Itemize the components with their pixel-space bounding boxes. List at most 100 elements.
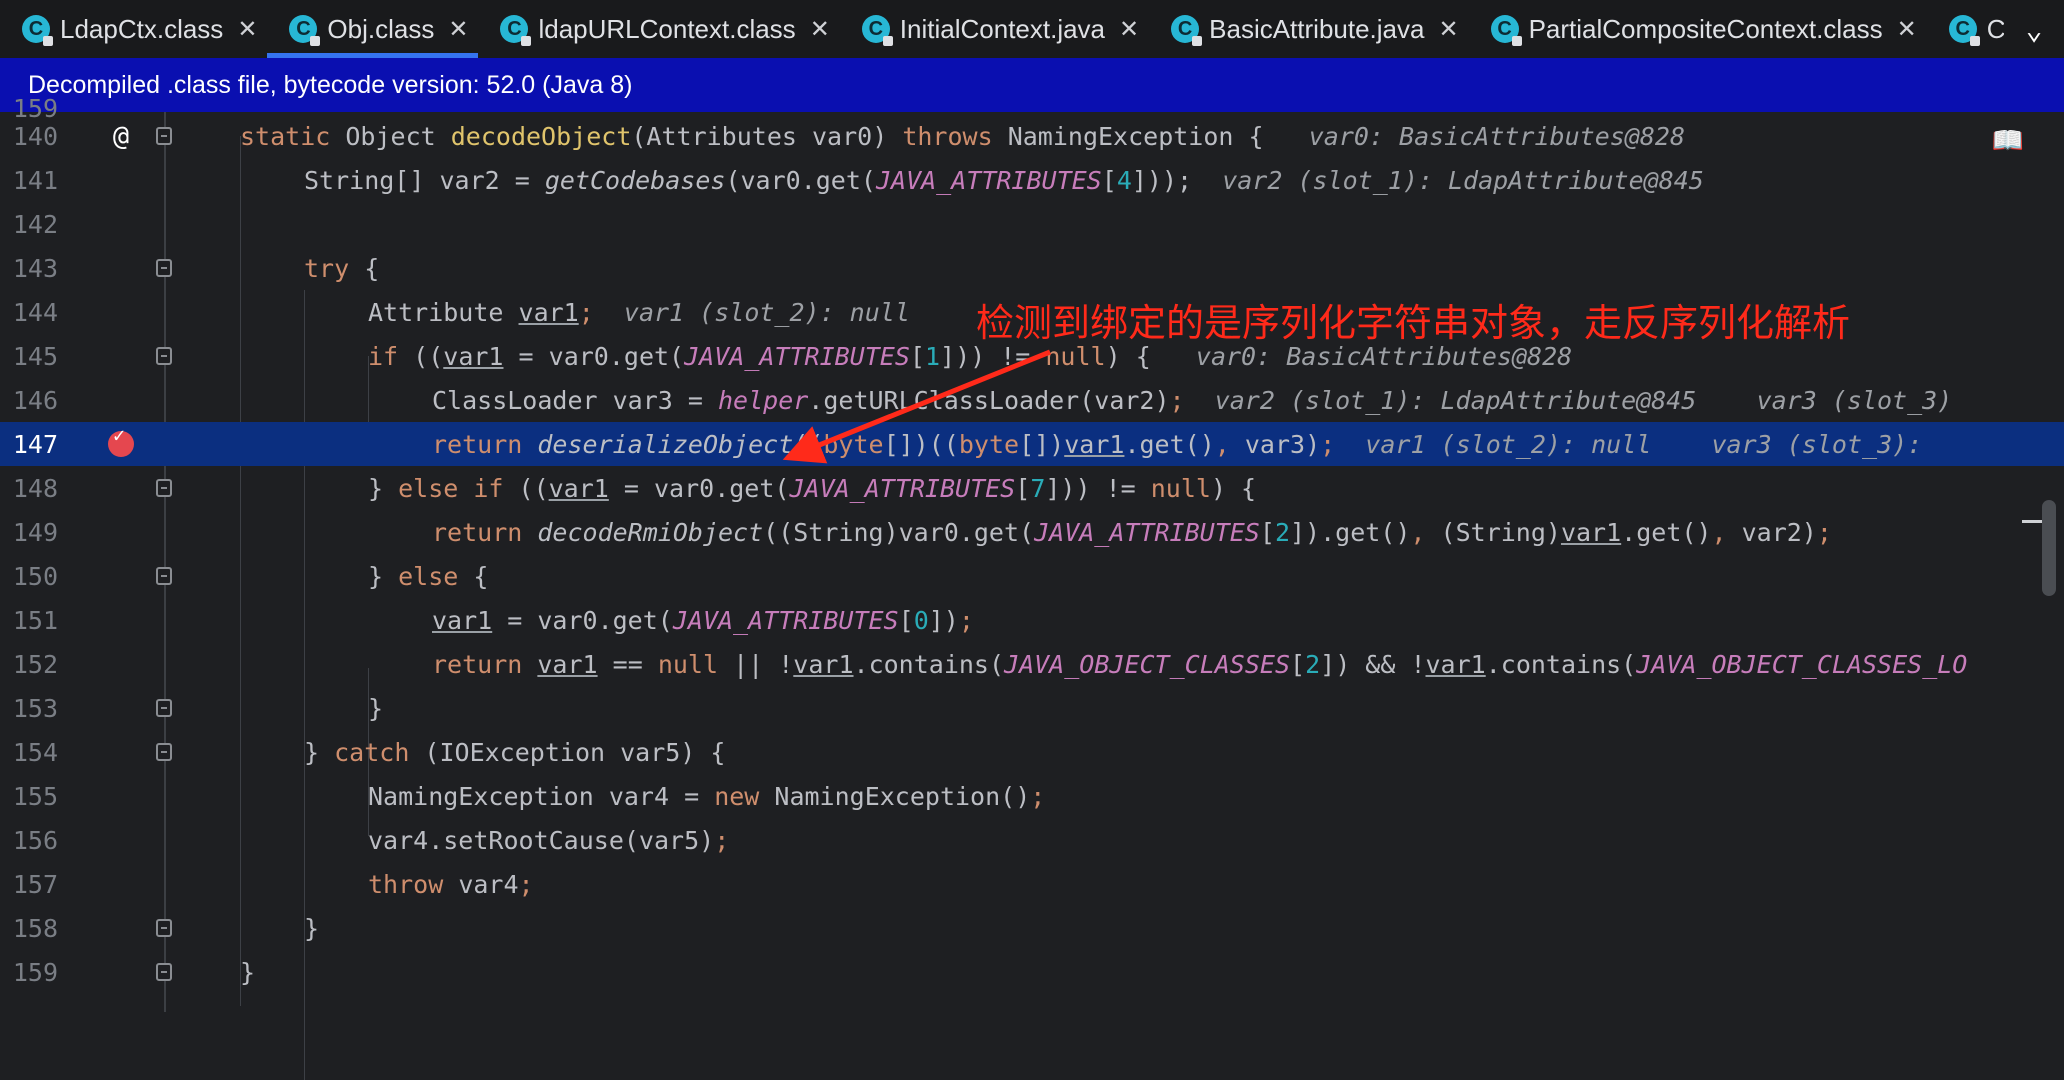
vertical-scrollbar[interactable] xyxy=(2042,500,2056,596)
close-icon[interactable]: ✕ xyxy=(1897,15,1917,44)
code-text: try { xyxy=(304,253,380,283)
line-number: 146 xyxy=(12,385,58,415)
code-line[interactable]: 158 } xyxy=(0,906,2064,950)
code-line[interactable]: 148 } else if ((var1 = var0.get(JAVA_ATT… xyxy=(0,466,2064,510)
code-text: Attribute var1; var1 (slot_2): null xyxy=(368,297,910,327)
code-line[interactable]: 140 @ static Object decodeObject(Attribu… xyxy=(0,114,2064,158)
line-number: 140 xyxy=(12,121,58,151)
inline-debug-value: var3 (slot_3): xyxy=(1711,429,1923,459)
fold-icon[interactable] xyxy=(156,259,172,277)
tab-basicattribute[interactable]: C BasicAttribute.java ✕ xyxy=(1149,0,1468,58)
annotation-text: 检测到绑定的是序列化字符串对象，走反序列化解析 xyxy=(976,301,1851,345)
line-number: 143 xyxy=(12,253,58,283)
chevron-down-icon[interactable]: ⌄ xyxy=(2004,0,2064,58)
fold-icon[interactable] xyxy=(156,479,172,497)
tab-label: Obj.class xyxy=(327,13,435,44)
code-text: NamingException var4 = new NamingExcepti… xyxy=(368,781,1046,811)
class-file-icon: C xyxy=(861,15,893,46)
current-execution-line[interactable]: 147 return deserializeObject((byte[])((b… xyxy=(0,422,2064,466)
tab-label: InitialContext.java xyxy=(899,13,1106,44)
tab-partialcompositecontext[interactable]: C PartialCompositeContext.class ✕ xyxy=(1469,0,1927,58)
decompiled-banner: Decompiled .class file, bytecode version… xyxy=(0,58,2064,112)
code-text: } xyxy=(304,913,320,943)
breakpoint-icon[interactable] xyxy=(108,423,134,457)
class-file-icon: C xyxy=(22,15,53,46)
code-text: } else if ((var1 = var0.get(JAVA_ATTRIBU… xyxy=(368,473,1257,503)
fold-icon[interactable] xyxy=(156,699,172,717)
class-file-icon: C xyxy=(289,15,321,46)
line-number: 145 xyxy=(12,341,58,371)
code-line[interactable]: 143 try { xyxy=(0,246,2064,290)
fold-icon[interactable] xyxy=(156,919,172,937)
class-file-icon: C xyxy=(500,15,532,46)
close-icon[interactable]: ✕ xyxy=(810,15,830,44)
code-text: String[] var2 = getCodebases(var0.get(JA… xyxy=(304,165,1704,195)
line-number: 152 xyxy=(12,649,58,679)
code-text: return var1 == null || !var1.contains(JA… xyxy=(432,649,1968,679)
line-number: 153 xyxy=(12,693,58,723)
code-line[interactable]: 153 } xyxy=(0,686,2064,730)
line-number: 150 xyxy=(12,561,58,591)
line-number: 151 xyxy=(12,605,58,635)
code-editor[interactable]: 159 140 @ static Object decodeObject(Att… xyxy=(0,94,2064,1080)
reader-mode-icon[interactable]: 📖 xyxy=(1992,126,2024,156)
close-icon[interactable]: ✕ xyxy=(448,15,468,44)
code-line[interactable]: 156 var4.setRootCause(var5); xyxy=(0,818,2064,862)
class-file-icon: C xyxy=(1490,15,1522,46)
tab-label: BasicAttribute.java xyxy=(1209,13,1425,44)
code-line[interactable]: 146 ClassLoader var3 = helper.getURLClas… xyxy=(0,378,2064,422)
fold-icon[interactable] xyxy=(156,567,172,585)
code-line[interactable]: 157 throw var4; xyxy=(0,862,2064,906)
code-text: var1 = var0.get(JAVA_ATTRIBUTES[0]); xyxy=(432,605,974,635)
override-marker-icon[interactable]: @ xyxy=(106,121,136,152)
code-line[interactable]: 154 } catch (IOException var5) { xyxy=(0,730,2064,774)
code-text: throw var4; xyxy=(368,869,534,899)
inline-debug-value: var2 (slot_1): LdapAttribute@845 xyxy=(1214,385,1697,415)
editor-tab-bar: C LdapCtx.class ✕ C Obj.class ✕ C ldapUR… xyxy=(0,0,2064,58)
line-number: 144 xyxy=(12,297,58,327)
close-icon[interactable]: ✕ xyxy=(1119,15,1139,44)
line-number: 156 xyxy=(12,825,58,855)
close-icon[interactable]: ✕ xyxy=(1438,15,1458,44)
code-line[interactable]: 152 return var1 == null || !var1.contain… xyxy=(0,642,2064,686)
fold-icon[interactable] xyxy=(156,963,172,981)
line-number: 149 xyxy=(12,517,58,547)
code-line[interactable]: 159 } xyxy=(0,950,2064,994)
code-line[interactable]: 151 var1 = var0.get(JAVA_ATTRIBUTES[0]); xyxy=(0,598,2064,642)
inline-debug-value: var2 (slot_1): LdapAttribute@845 xyxy=(1222,165,1704,195)
line-number: 141 xyxy=(12,165,58,195)
fold-icon[interactable] xyxy=(156,127,172,145)
tab-obj[interactable]: C Obj.class ✕ xyxy=(267,0,479,58)
tab-label: PartialCompositeContext.class xyxy=(1528,13,1883,44)
tab-label: ldapURLContext.class xyxy=(538,13,796,44)
code-line[interactable]: 141 String[] var2 = getCodebases(var0.ge… xyxy=(0,158,2064,202)
inline-debug-value: var3 (slot_3) xyxy=(1756,385,1953,415)
code-line[interactable]: 155 NamingException var4 = new NamingExc… xyxy=(0,774,2064,818)
line-number: 154 xyxy=(12,737,58,767)
inline-debug-value: var0: BasicAttributes@828 xyxy=(1308,121,1686,151)
class-file-icon: C xyxy=(1948,15,1980,46)
code-line[interactable]: 150 } else { xyxy=(0,554,2064,598)
code-line[interactable]: 142 xyxy=(0,202,2064,246)
line-number: 148 xyxy=(12,473,58,503)
fold-icon[interactable] xyxy=(156,743,172,761)
scroll-position-marker xyxy=(2022,520,2042,523)
line-number: 147 xyxy=(12,429,58,459)
line-number: 157 xyxy=(12,869,58,899)
tab-initialcontext[interactable]: C InitialContext.java ✕ xyxy=(840,0,1149,58)
code-line[interactable]: 149 return decodeRmiObject((String)var0.… xyxy=(0,510,2064,554)
fold-icon[interactable] xyxy=(156,347,172,365)
code-text: var4.setRootCause(var5); xyxy=(368,825,730,855)
line-number: 142 xyxy=(12,209,58,239)
code-text: return decodeRmiObject((String)var0.get(… xyxy=(432,517,1832,547)
code-text: } xyxy=(240,957,256,987)
tab-label: LdapCtx.class xyxy=(60,13,224,44)
line-number: 159 xyxy=(12,957,58,987)
class-file-icon: C xyxy=(1171,15,1203,46)
close-icon[interactable]: ✕ xyxy=(237,15,257,44)
code-text: static Object decodeObject(Attributes va… xyxy=(240,121,1686,151)
code-text: return deserializeObject((byte[])((byte[… xyxy=(432,429,1923,459)
tab-ldapctx[interactable]: C LdapCtx.class ✕ xyxy=(0,0,267,58)
tab-ldapurlcontext[interactable]: C ldapURLContext.class ✕ xyxy=(478,0,839,58)
line-number: 155 xyxy=(12,781,58,811)
